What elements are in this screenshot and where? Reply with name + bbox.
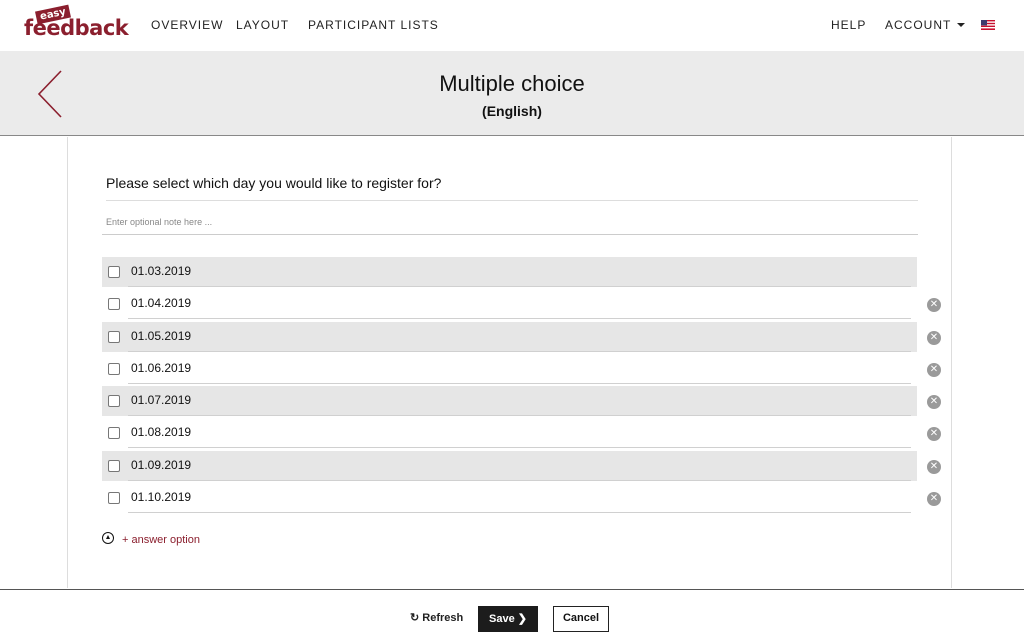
answer-option: 01.06.2019 ✕: [102, 354, 942, 386]
answer-option: 01.05.2019 ✕: [102, 321, 942, 354]
save-label: Save: [489, 613, 515, 625]
answer-option-label[interactable]: 01.04.2019: [128, 289, 911, 320]
refresh-button[interactable]: ↻ Refresh: [410, 611, 463, 624]
answer-option: 01.07.2019 ✕: [102, 386, 942, 418]
remove-option-icon[interactable]: ✕: [927, 427, 941, 442]
answer-option-label[interactable]: 01.08.2019: [128, 418, 911, 449]
answer-checkbox[interactable]: [108, 362, 120, 375]
answer-option-label[interactable]: 01.03.2019: [128, 257, 911, 287]
chevron-right-icon: ❯: [517, 613, 527, 625]
answer-checkbox[interactable]: [108, 427, 120, 440]
answer-option-label[interactable]: 01.09.2019: [128, 451, 911, 481]
add-answer-option-label: + answer option: [122, 534, 200, 546]
remove-option-icon[interactable]: ✕: [927, 395, 941, 410]
nav-layout[interactable]: LAYOUT: [236, 18, 289, 32]
footer-bar: ↻ Refresh Save ❯ Cancel: [0, 589, 1024, 642]
save-button[interactable]: Save ❯: [478, 606, 538, 632]
refresh-icon: ↻: [410, 612, 420, 624]
nav-account[interactable]: ACCOUNT: [885, 18, 966, 32]
answer-checkbox[interactable]: [108, 330, 120, 343]
answer-option: 01.03.2019: [102, 257, 942, 289]
add-answer-option-button[interactable]: + answer option: [102, 532, 200, 546]
nav-account-label: ACCOUNT: [885, 18, 952, 32]
easyfeedback-logo[interactable]: easy feedback: [24, 4, 129, 42]
remove-option-icon[interactable]: ✕: [927, 362, 941, 377]
answer-option: 01.04.2019 ✕: [102, 289, 942, 321]
refresh-label: Refresh: [422, 612, 464, 624]
caret-down-icon: [957, 23, 966, 27]
answer-checkbox[interactable]: [108, 395, 120, 408]
arrow-up-circle-icon: [102, 532, 114, 544]
question-text[interactable]: Please select which day you would like t…: [106, 175, 918, 201]
page-title: Multiple choice: [439, 71, 585, 96]
answer-option: 01.08.2019 ✕: [102, 418, 942, 450]
nav-overview[interactable]: OVERVIEW: [151, 18, 223, 32]
page-subtitle: (English): [482, 103, 542, 119]
answer-checkbox[interactable]: [108, 266, 120, 278]
top-navbar: easy feedback OVERVIEW LAYOUT PARTICIPAN…: [0, 0, 1024, 51]
cancel-button[interactable]: Cancel: [553, 606, 609, 632]
page-header: Multiple choice (English): [0, 51, 1024, 136]
answer-option: 01.09.2019 ✕: [102, 450, 942, 483]
nav-help[interactable]: HELP: [831, 18, 866, 32]
answer-options-list: 01.03.2019 01.04.2019 ✕ 01.05.2019 ✕ 01.…: [102, 257, 942, 515]
answer-option-label[interactable]: 01.07.2019: [128, 386, 911, 417]
nav-participant-lists[interactable]: PARTICIPANT LISTS: [308, 18, 439, 32]
remove-option-icon[interactable]: ✕: [927, 492, 941, 507]
optional-note-input[interactable]: [102, 209, 918, 235]
answer-option-label[interactable]: 01.10.2019: [128, 483, 911, 514]
answer-checkbox[interactable]: [108, 492, 120, 505]
remove-option-icon[interactable]: ✕: [927, 330, 941, 345]
answer-option-label[interactable]: 01.05.2019: [128, 322, 911, 352]
answer-checkbox[interactable]: [108, 298, 120, 311]
answer-option: 01.10.2019 ✕: [102, 483, 942, 515]
answer-checkbox[interactable]: [108, 459, 120, 472]
us-flag-icon[interactable]: [981, 20, 995, 30]
remove-option-icon[interactable]: ✕: [927, 298, 941, 313]
logo-feedback-text: feedback: [24, 16, 129, 40]
remove-option-icon[interactable]: ✕: [927, 459, 941, 474]
answer-option-label[interactable]: 01.06.2019: [128, 354, 911, 384]
